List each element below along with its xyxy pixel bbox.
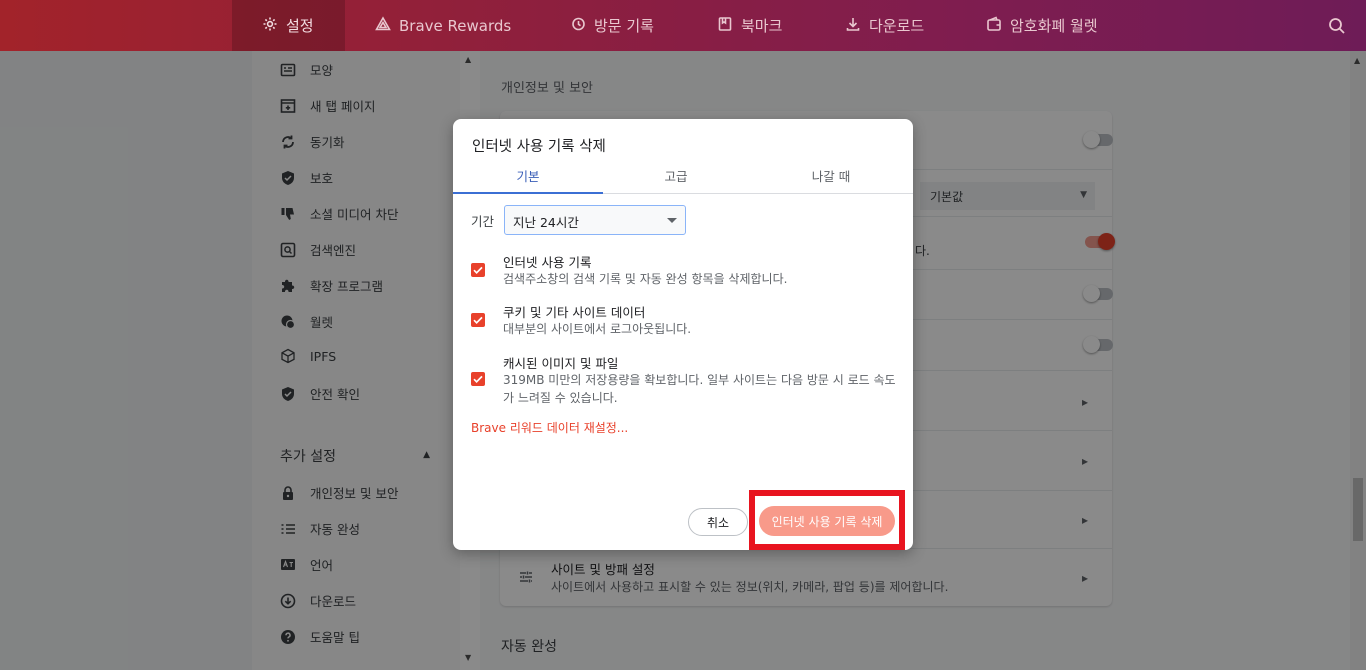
cookies-checkbox[interactable]: [471, 313, 485, 327]
checkbox-desc: 대부분의 사이트에서 로그아웃됩니다.: [503, 322, 692, 336]
wallet-icon: [986, 15, 1002, 36]
top-toolbar: 설정 Brave Rewards 방문 기록 북마크 다운로드 암호화폐 월렛: [0, 0, 1366, 51]
tab-basic[interactable]: 기본: [453, 166, 603, 185]
active-tab-indicator: [453, 192, 603, 194]
checkbox-desc: 검색주소창의 검색 기록 및 자동 완성 항목을 삭제합니다.: [503, 272, 788, 286]
tab-history[interactable]: 방문 기록: [570, 0, 654, 51]
tab-label: 암호화폐 월렛: [1010, 17, 1098, 35]
caret-down-icon: [667, 218, 677, 223]
browsing-history-checkbox[interactable]: [471, 263, 485, 277]
bookmark-icon: [717, 16, 733, 36]
checkbox-title: 인터넷 사용 기록: [503, 255, 592, 270]
dialog-title: 인터넷 사용 기록 삭제: [472, 139, 606, 155]
tab-label: Brave Rewards: [399, 16, 512, 35]
dialog-tabs: 기본 고급 나갈 때: [453, 159, 913, 194]
tab-crypto-wallet[interactable]: 암호화폐 월렛: [986, 0, 1098, 51]
tab-label: 설정: [286, 17, 314, 35]
history-icon: [570, 16, 586, 36]
check-icon: [473, 375, 483, 384]
tab-settings[interactable]: 설정: [232, 0, 345, 51]
tab-downloads[interactable]: 다운로드: [845, 0, 924, 51]
tab-brave-rewards[interactable]: Brave Rewards: [375, 0, 511, 51]
clear-data-button[interactable]: 인터넷 사용 기록 삭제: [759, 506, 895, 536]
cancel-button[interactable]: 취소: [688, 508, 748, 536]
tab-label: 북마크: [741, 17, 783, 35]
tab-bookmarks[interactable]: 북마크: [717, 0, 782, 51]
time-range-value: 지난 24시간: [513, 215, 579, 230]
period-label: 기간: [471, 214, 495, 229]
checkbox-title: 쿠키 및 기타 사이트 데이터: [503, 305, 646, 320]
tab-advanced[interactable]: 고급: [601, 166, 751, 185]
check-icon: [473, 316, 483, 325]
check-icon: [473, 266, 483, 275]
gear-icon: [262, 16, 278, 36]
tab-on-exit[interactable]: 나갈 때: [756, 166, 906, 185]
time-range-select[interactable]: 지난 24시간: [504, 205, 686, 235]
cache-checkbox[interactable]: [471, 372, 485, 386]
search-button[interactable]: [1328, 17, 1346, 35]
download-icon: [845, 16, 861, 36]
triangle-icon: [375, 15, 391, 36]
tab-label: 방문 기록: [594, 17, 654, 35]
reset-rewards-link[interactable]: Brave 리워드 데이터 재설정...: [471, 419, 628, 436]
tab-label: 다운로드: [869, 17, 925, 35]
search-icon: [1328, 18, 1346, 39]
checkbox-desc: 319MB 미만의 저장용량을 확보합니다. 일부 사이트는 다음 방문 시 로…: [503, 373, 896, 405]
clear-browsing-data-dialog: 인터넷 사용 기록 삭제 기본 고급 나갈 때 기간 지난 24시간 인터넷 사…: [453, 119, 913, 550]
checkbox-title: 캐시된 이미지 및 파일: [503, 356, 619, 371]
